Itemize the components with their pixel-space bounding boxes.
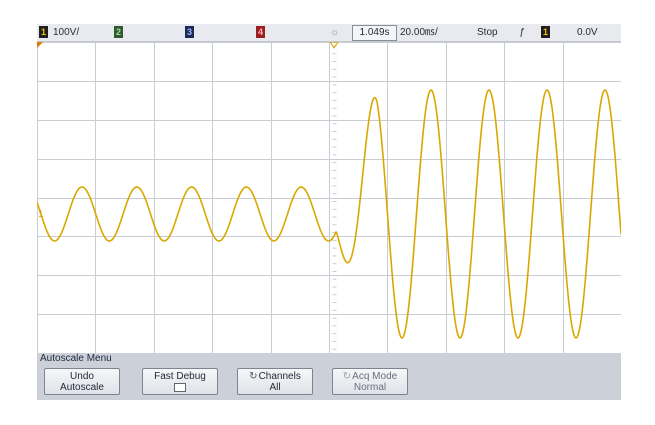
acq-mode-softkey[interactable]: ↻Acq Mode Normal (332, 368, 408, 395)
trigger-level-readout: 0.0V (577, 27, 598, 38)
softkey-label: Autoscale (60, 382, 104, 393)
channel-3-badge[interactable]: 3 (185, 26, 194, 38)
trigger-slope-icon: ƒ (519, 27, 525, 38)
softkey-bar: Undo Autoscale Fast Debug ↻Channels All … (37, 365, 621, 400)
trigger-position-marker (37, 42, 43, 48)
menu-title: Autoscale Menu (37, 353, 621, 365)
softkey-label: Undo (70, 371, 94, 382)
run-state: Stop (477, 27, 498, 38)
entry-knob-icon: ↻ (249, 371, 258, 382)
timebase-readout: 20.00㎳/ (400, 27, 438, 38)
softkey-label: Channels (258, 371, 301, 382)
waveform-graticule: 1 (37, 42, 621, 353)
softkey-label: Fast Debug (154, 371, 206, 382)
fast-debug-button[interactable]: Fast Debug (142, 368, 218, 395)
channel-1-ground-marker: 1 (38, 209, 44, 220)
channel-1-scale: 100V/ (53, 27, 80, 38)
trigger-source-badge: 1 (541, 26, 550, 38)
channels-softkey[interactable]: ↻Channels All (237, 368, 313, 395)
channel-4-badge[interactable]: 4 (256, 26, 265, 38)
oscilloscope-display: 1 100V/ 2 3 4 ☼ 1.049s 20.00㎳/ Stop ƒ 1 … (37, 24, 621, 400)
undo-autoscale-button[interactable]: Undo Autoscale (44, 368, 120, 395)
channel-2-badge[interactable]: 2 (114, 26, 123, 38)
channel-1-badge[interactable]: 1 (39, 26, 48, 38)
entry-knob-icon: ↻ (342, 371, 352, 382)
status-bar: 1 100V/ 2 3 4 ☼ 1.049s 20.00㎳/ Stop ƒ 1 … (37, 24, 621, 42)
sun-delay-icon: ☼ (330, 27, 340, 38)
softkey-label: Acq Mode (352, 371, 398, 382)
softkey-value: Normal (353, 382, 387, 393)
fast-debug-checkbox[interactable] (174, 383, 186, 392)
softkey-value: All (269, 382, 281, 393)
delay-readout: 1.049s (352, 25, 397, 41)
